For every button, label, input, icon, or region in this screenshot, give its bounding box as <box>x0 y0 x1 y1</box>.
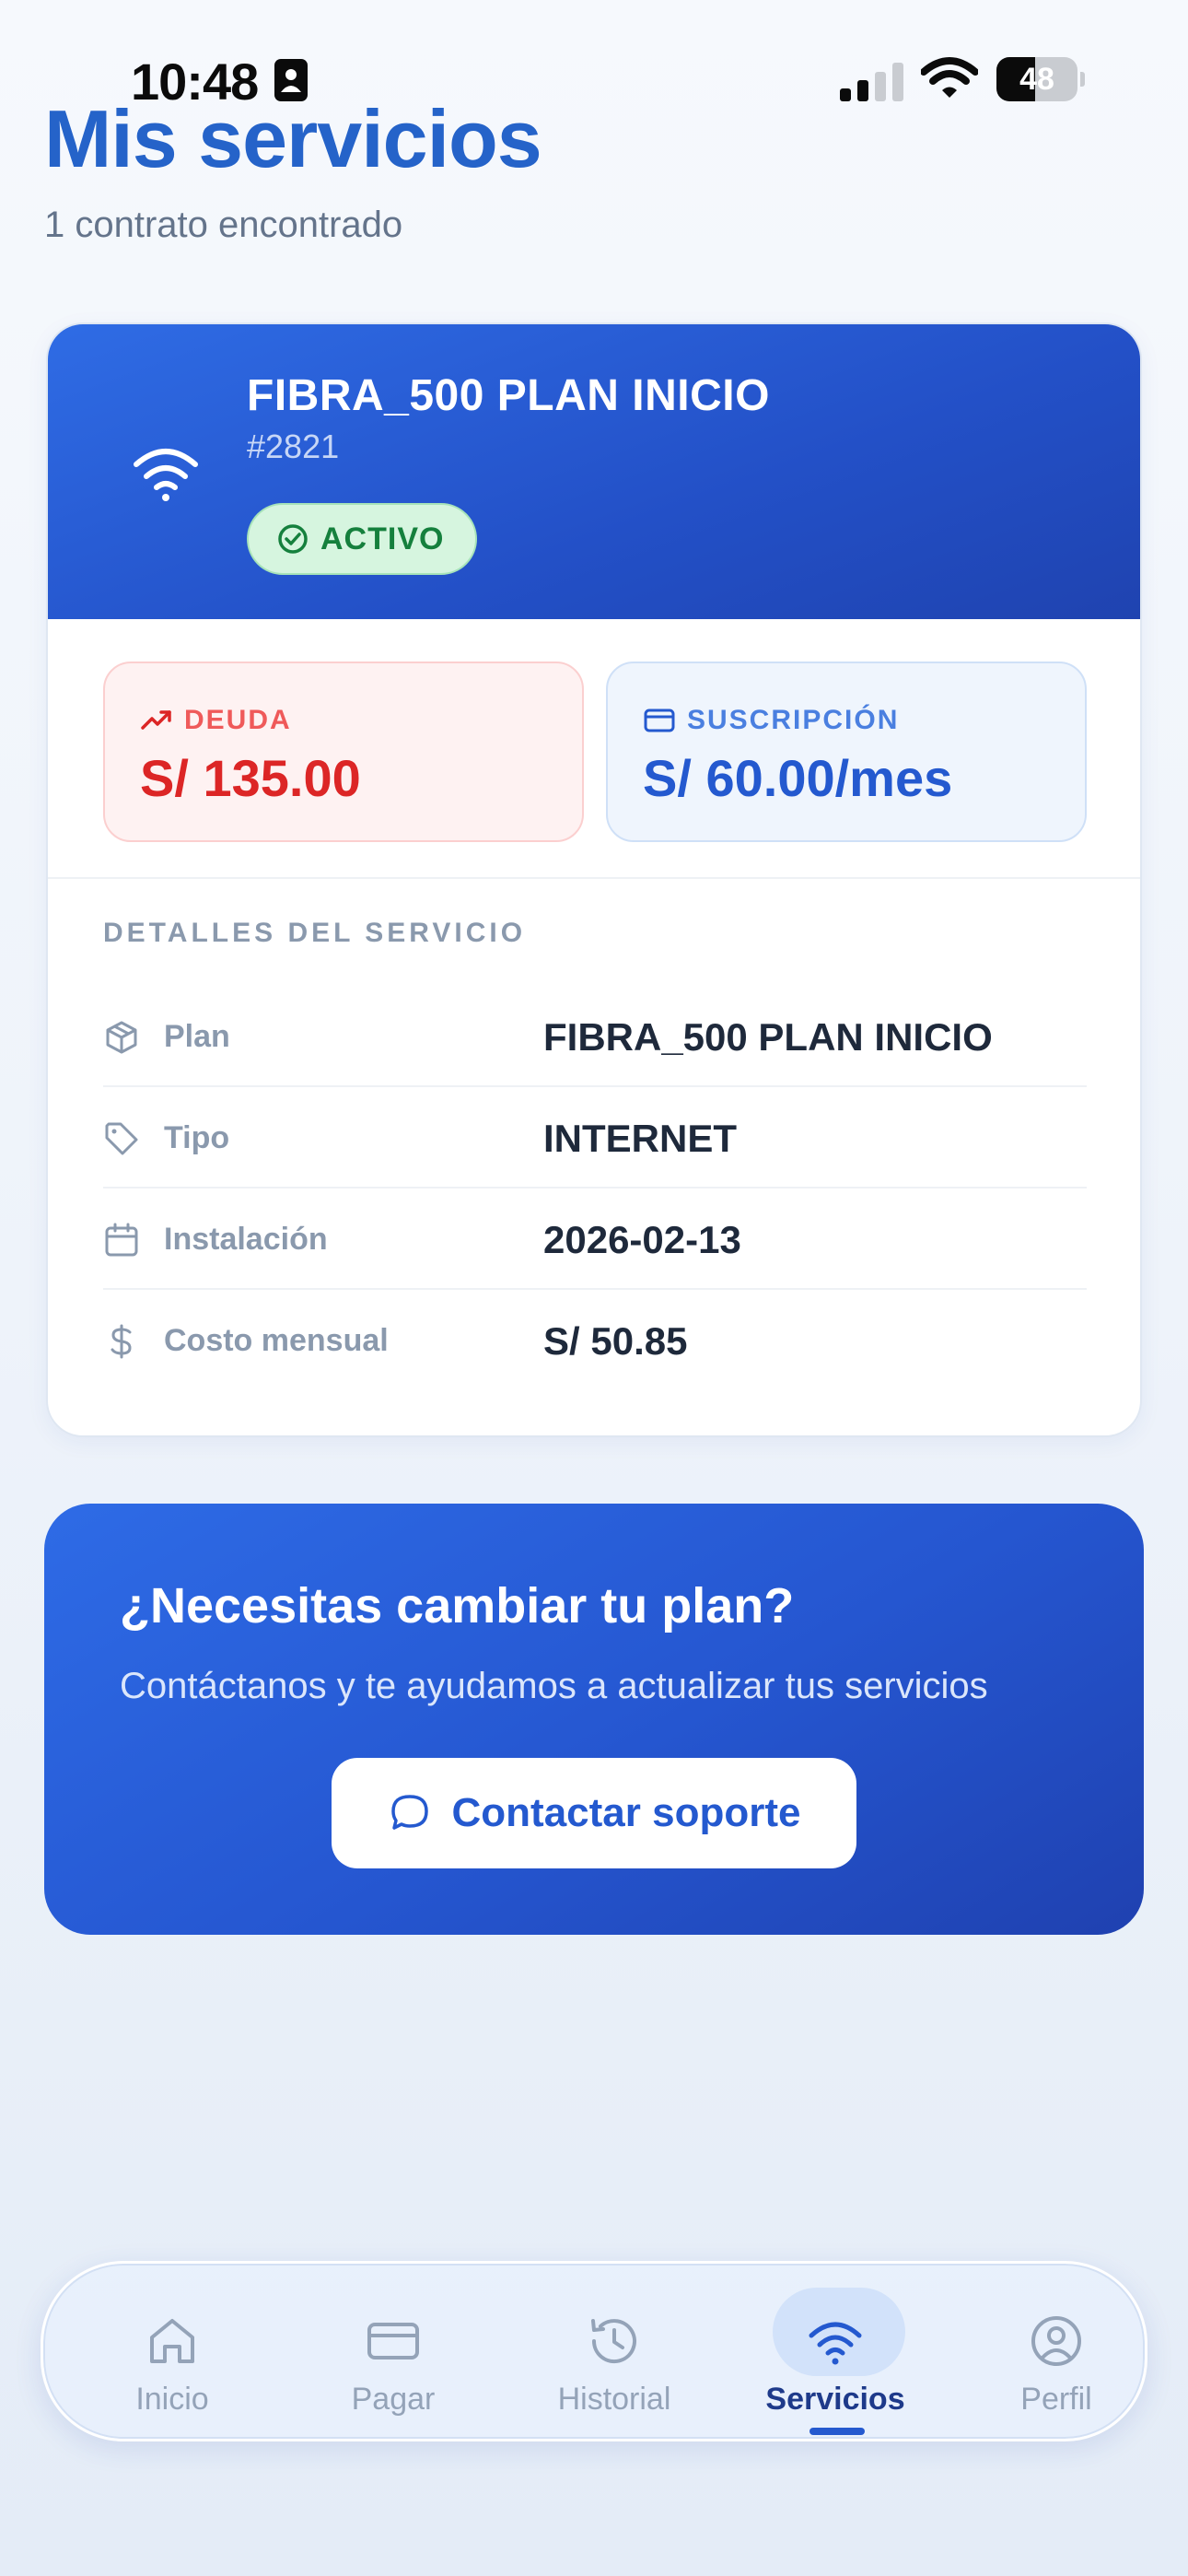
wifi-icon <box>809 2322 862 2365</box>
detail-label: Instalación <box>164 1222 328 1257</box>
nav-label: Servicios <box>765 2382 905 2417</box>
wifi-status-icon <box>921 57 978 98</box>
nav-label: Inicio <box>135 2382 209 2417</box>
subscription-box: SUSCRIPCIÓN S/ 60.00/mes <box>606 662 1087 842</box>
status-badge-label: ACTIVO <box>320 521 445 556</box>
debt-box: DEUDA S/ 135.00 <box>103 662 584 842</box>
nav-item-perfil[interactable]: Perfil <box>964 2264 1148 2444</box>
contracts-count: 1 contrato encontrado <box>44 205 403 245</box>
detail-row-type: Tipo INTERNET <box>103 1087 1087 1188</box>
plan-name: FIBRA_500 PLAN INICIO <box>247 371 770 420</box>
dollar-icon <box>111 1324 132 1359</box>
cta-title: ¿Necesitas cambiar tu plan? <box>120 1578 795 1633</box>
details-heading: DETALLES DEL SERVICIO <box>103 918 527 948</box>
detail-value: 2026-02-13 <box>543 1218 741 1261</box>
package-icon <box>106 1021 137 1054</box>
chat-bubble-icon <box>390 1795 428 1830</box>
nav-label: Perfil <box>1020 2382 1092 2417</box>
calendar-icon <box>105 1223 138 1257</box>
history-icon <box>591 2319 636 2364</box>
nav-item-servicios[interactable]: Servicios <box>743 2264 927 2444</box>
wifi-icon <box>134 449 198 501</box>
battery-level: 48 <box>1019 62 1054 97</box>
detail-label: Costo mensual <box>164 1323 389 1358</box>
detail-row-installation: Instalación 2026-02-13 <box>103 1188 1087 1290</box>
detail-row-monthly-cost: Costo mensual S/ 50.85 <box>103 1290 1087 1391</box>
status-badge: ACTIVO <box>247 503 478 575</box>
cta-description: Contáctanos y te ayudamos a actualizar t… <box>120 1666 988 1706</box>
trending-up-icon <box>141 710 171 730</box>
subscription-label: SUSCRIPCIÓN <box>687 705 900 735</box>
page-title: Mis servicios <box>44 93 542 184</box>
nav-label: Historial <box>557 2382 671 2417</box>
nav-item-historial[interactable]: Historial <box>522 2264 706 2444</box>
nav-item-inicio[interactable]: Inicio <box>80 2264 264 2444</box>
detail-value: S/ 50.85 <box>543 1319 688 1363</box>
credit-card-icon <box>367 2323 419 2359</box>
debt-value: S/ 135.00 <box>140 749 361 807</box>
detail-value: FIBRA_500 PLAN INICIO <box>543 1015 993 1059</box>
detail-label: Plan <box>164 1019 230 1054</box>
divider <box>48 877 1140 879</box>
contract-id: #2821 <box>247 427 340 465</box>
contact-support-label: Contactar soporte <box>451 1790 801 1835</box>
cellular-signal-icon <box>840 63 903 101</box>
user-circle-icon <box>1031 2316 1081 2366</box>
detail-row-plan: Plan FIBRA_500 PLAN INICIO <box>103 986 1087 1087</box>
change-plan-card: ¿Necesitas cambiar tu plan? Contáctanos … <box>44 1504 1144 1935</box>
nav-item-pagar[interactable]: Pagar <box>301 2264 485 2444</box>
service-card[interactable]: FIBRA_500 PLAN INICIO #2821 ACTIVO DEUDA… <box>46 322 1142 1437</box>
debt-label: DEUDA <box>184 705 292 735</box>
detail-value: INTERNET <box>543 1117 737 1160</box>
credit-card-icon <box>644 708 675 732</box>
active-tab-indicator <box>809 2428 865 2435</box>
home-icon <box>150 2319 194 2363</box>
check-circle-icon <box>278 524 308 554</box>
subscription-value: S/ 60.00/mes <box>643 749 953 807</box>
nav-label: Pagar <box>351 2382 436 2417</box>
detail-label: Tipo <box>164 1120 230 1155</box>
contact-support-button[interactable]: Contactar soporte <box>332 1758 856 1868</box>
bottom-nav: Inicio Pagar Historial Servicios Perfil <box>41 2261 1147 2441</box>
tag-icon <box>105 1122 138 1155</box>
battery-icon: 48 <box>996 57 1085 101</box>
service-card-header: FIBRA_500 PLAN INICIO #2821 ACTIVO <box>48 324 1140 619</box>
